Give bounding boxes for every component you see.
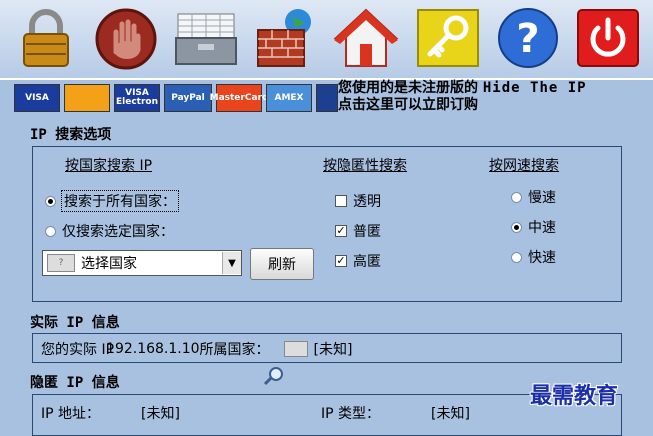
visa-card[interactable]: VISA xyxy=(14,84,60,112)
country-select-value: 选择国家 xyxy=(81,256,137,272)
svg-text:?: ? xyxy=(516,16,539,62)
bank-card[interactable] xyxy=(64,84,110,112)
radio-label: 搜索于所有国家： xyxy=(61,190,179,212)
padlock-icon[interactable] xyxy=(12,6,80,70)
hidden-ip-title: 隐匿 IP 信息 xyxy=(30,375,120,391)
radio-slow[interactable]: 慢速 xyxy=(511,187,556,207)
paypal-card[interactable]: PayPal xyxy=(164,84,212,112)
check-transparent[interactable]: 透明 xyxy=(335,191,381,211)
flag-icon xyxy=(283,341,308,357)
radio-button[interactable] xyxy=(511,191,522,203)
help-icon[interactable]: ? xyxy=(494,6,562,70)
chevron-down-icon[interactable]: ▼ xyxy=(222,252,241,274)
radio-button[interactable] xyxy=(511,221,522,233)
ip-type-label: IP 类型： xyxy=(321,406,381,422)
product-name: Hide The IP xyxy=(482,80,587,96)
amex-card[interactable]: AMEX xyxy=(266,84,312,112)
real-ip-line: 您的实际 IP 192.168.1.10 所属国家： [未知] xyxy=(41,339,352,359)
checkbox[interactable]: ✓ xyxy=(335,225,347,237)
radio-label: 仅搜索选定国家： xyxy=(62,224,174,240)
country-select[interactable]: ? 选择国家 ▼ xyxy=(42,250,242,276)
radio-label: 快速 xyxy=(528,250,556,266)
checkbox-label: 普匿 xyxy=(353,224,381,240)
ip-type-value: [未知] xyxy=(431,406,470,422)
mastercard-card[interactable]: MasterCard xyxy=(210,84,268,112)
ip-address-label: IP 地址： xyxy=(41,406,101,422)
key-icon[interactable] xyxy=(414,6,482,70)
flag-icon: ? xyxy=(47,254,75,272)
country-value: [未知] xyxy=(313,342,353,358)
search-options-panel: 按国家搜索 IP 搜索于所有国家： 仅搜索选定国家： 按隐匿性搜索 透明 ✓ 普… xyxy=(32,146,622,302)
power-icon[interactable] xyxy=(574,6,642,70)
home-icon[interactable] xyxy=(332,6,400,70)
stop-hand-icon[interactable] xyxy=(92,6,160,70)
check-anonymous[interactable]: ✓ 普匿 xyxy=(335,221,381,241)
speed-search-header: 按网速搜索 xyxy=(489,158,559,174)
ip-address-row: IP 地址： [未知] xyxy=(41,403,180,423)
firewall-globe-icon[interactable] xyxy=(252,6,320,70)
main-toolbar: ? xyxy=(0,0,653,80)
radio-button[interactable] xyxy=(511,251,522,263)
real-ip-prefix: 您的实际 IP xyxy=(41,342,115,358)
checkbox[interactable]: ✓ xyxy=(335,255,347,267)
radio-button[interactable] xyxy=(45,195,56,207)
checkbox-label: 高匿 xyxy=(353,254,381,270)
checkbox-label: 透明 xyxy=(353,194,381,210)
real-ip-title: 实际 IP 信息 xyxy=(30,315,120,331)
checkbox[interactable] xyxy=(335,195,347,207)
anonymity-search-header: 按隐匿性搜索 xyxy=(323,158,407,174)
unregistered-notice[interactable]: 您使用的是未注册版的 Hide The IP 点击这里可以立即订购 xyxy=(338,80,648,114)
ip-address-value: [未知] xyxy=(141,406,180,422)
real-ip-value: 192.168.1.10 xyxy=(106,341,200,357)
order-link[interactable]: 点击这里可以立即订购 xyxy=(338,97,648,114)
check-high[interactable]: ✓ 高匿 xyxy=(335,251,381,271)
country-search-header: 按国家搜索 IP xyxy=(65,158,153,174)
watermark: 最需教育 xyxy=(530,383,619,409)
radio-button[interactable] xyxy=(45,225,56,237)
notice-text: 您使用的是未注册版的 xyxy=(338,80,478,96)
other-card[interactable] xyxy=(316,84,338,112)
refresh-button[interactable]: 刷新 xyxy=(250,248,314,280)
magnifier-icon[interactable] xyxy=(262,366,286,386)
real-ip-panel: 您的实际 IP 192.168.1.10 所属国家： [未知] xyxy=(32,333,622,363)
radio-label: 慢速 xyxy=(528,190,556,206)
radio-all-countries[interactable]: 搜索于所有国家： xyxy=(45,190,179,212)
search-options-title: IP 搜索选项 xyxy=(30,127,112,143)
visa-electron-card[interactable]: VISA Electron xyxy=(114,84,160,112)
toolbox-icon[interactable] xyxy=(172,6,240,70)
radio-fast[interactable]: 快速 xyxy=(511,247,556,267)
radio-label: 中速 xyxy=(528,220,556,236)
radio-medium[interactable]: 中速 xyxy=(511,217,556,237)
country-label: 所属国家： xyxy=(199,342,270,358)
ip-type-row: IP 类型： [未知] xyxy=(321,403,470,423)
radio-selected-countries[interactable]: 仅搜索选定国家： xyxy=(45,221,174,241)
